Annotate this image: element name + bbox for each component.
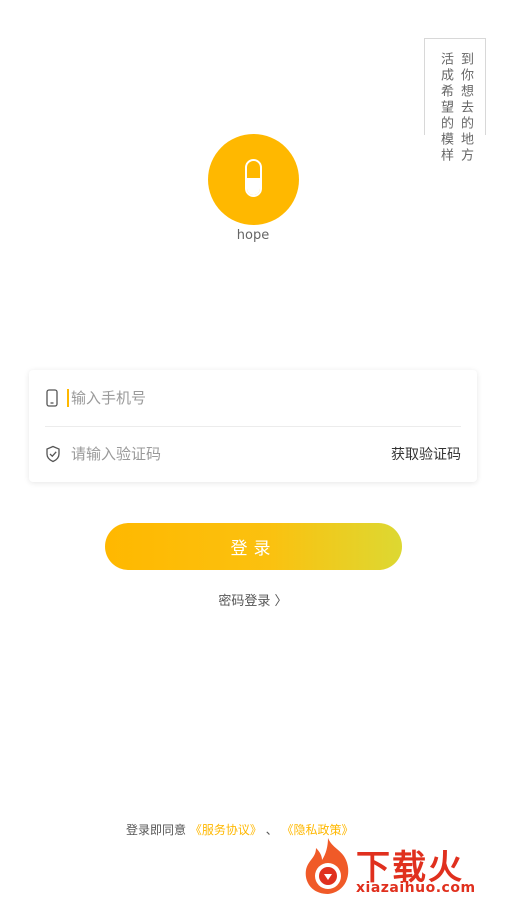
login-form-card: 获取验证码: [29, 370, 477, 482]
watermark-url: xiazaihuo.com: [356, 880, 476, 896]
slogan-line-1: 活成希望的模样: [438, 52, 453, 164]
password-login-link[interactable]: 密码登录 〉: [0, 590, 506, 609]
slogan-frame: [424, 38, 486, 135]
phone-icon: [46, 389, 58, 407]
get-code-button[interactable]: 获取验证码: [391, 444, 461, 464]
code-row: 获取验证码: [45, 426, 461, 482]
login-button[interactable]: 登录: [105, 523, 402, 570]
phone-row: [45, 370, 461, 427]
brand-name: hope: [236, 228, 270, 243]
app-logo: [208, 134, 299, 225]
phone-input[interactable]: [71, 389, 461, 407]
shield-check-icon: [46, 445, 60, 463]
agreement-prefix: 登录即同意: [126, 823, 187, 837]
terms-link[interactable]: 《服务协议》: [190, 823, 262, 837]
verification-code-input[interactable]: [71, 445, 391, 463]
flame-icon: [305, 838, 349, 894]
watermark-logo: 下载火 xiazaihuo.com: [302, 836, 502, 898]
slogan-line-2: 到你想去的地方: [458, 52, 473, 164]
agreement-separator: 、: [265, 823, 278, 837]
privacy-link[interactable]: 《隐私政策》: [282, 823, 354, 837]
text-cursor: [67, 389, 69, 407]
pill-icon: [245, 159, 262, 197]
